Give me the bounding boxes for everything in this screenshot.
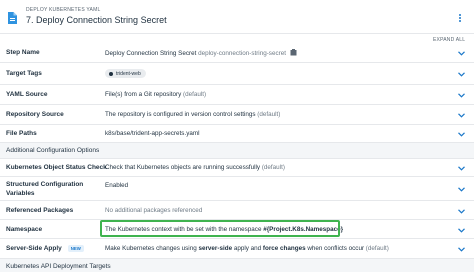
value-bold: force changes: [262, 245, 306, 252]
row-yaml-source[interactable]: YAML Source File(s) from a Git repositor…: [0, 85, 474, 105]
default-note: (default): [183, 91, 207, 98]
row-namespace[interactable]: Namespace The Kubernetes context with be…: [0, 220, 474, 239]
row-value: The repository is configured in version …: [105, 111, 280, 118]
row-value: Check that Kubernetes objects are runnin…: [105, 164, 285, 171]
row-label: Server-Side Apply NEW: [6, 245, 84, 252]
row-label: Namespace: [6, 226, 43, 233]
row-label: Step Name: [6, 49, 40, 56]
row-label: Referenced Packages: [6, 207, 74, 214]
row-repository-source[interactable]: Repository Source The repository is conf…: [0, 105, 474, 125]
value-text: when conflicts occur: [305, 245, 365, 252]
row-structured-configuration[interactable]: Structured Configuration Variables Enabl…: [0, 177, 474, 201]
row-label: Structured Configuration Variables: [6, 180, 83, 198]
chevron-down-icon[interactable]: [458, 51, 465, 56]
step-name-value: Deploy Connection String Secret: [105, 50, 197, 57]
vertical-dots-icon[interactable]: [457, 13, 463, 25]
yaml-source-value: File(s) from a Git repository: [105, 91, 182, 98]
step-title: 7. Deploy Connection String Secret: [26, 15, 167, 25]
chevron-down-icon[interactable]: [458, 72, 465, 77]
step-header: DEPLOY KUBERNETES YAML 7. Deploy Connect…: [0, 0, 474, 34]
structured-config-value: Enabled: [105, 182, 129, 189]
chevron-down-icon[interactable]: [458, 113, 465, 118]
server-side-apply-value: Make Kubernetes changes using server-sid…: [105, 245, 389, 252]
namespace-text: The Kubernetes context with be set with …: [105, 226, 264, 233]
row-label: File Paths: [6, 130, 37, 137]
row-value: File(s) from a Git repository (default): [105, 91, 206, 98]
label-line-1: Structured Configuration: [6, 181, 84, 188]
row-label: Repository Source: [6, 111, 64, 118]
row-step-name[interactable]: Step Name Deploy Connection String Secre…: [0, 43, 474, 63]
chevron-down-icon[interactable]: [458, 93, 465, 98]
row-referenced-packages[interactable]: Referenced Packages No additional packag…: [0, 201, 474, 220]
clipboard-icon[interactable]: [290, 49, 297, 56]
row-target-tags[interactable]: Target Tags trident-web: [0, 63, 474, 85]
section-api-deployment-targets: Kubernetes API Deployment Targets: [0, 259, 474, 272]
new-badge: NEW: [67, 245, 84, 252]
step-type-label: DEPLOY KUBERNETES YAML: [26, 7, 101, 13]
row-label: Target Tags: [6, 70, 42, 77]
chevron-down-icon[interactable]: [458, 209, 465, 214]
row-value: Deploy Connection String Secret deploy-c…: [105, 49, 297, 57]
value-text: Make Kubernetes changes using: [105, 245, 199, 252]
row-status-check[interactable]: Kubernetes Object Status Check Check tha…: [0, 159, 474, 177]
tag-chip: trident-web: [105, 69, 146, 78]
tag-dot-icon: [109, 71, 113, 76]
chevron-down-icon[interactable]: [458, 228, 465, 233]
step-slug: deploy-connection-string-secret: [198, 50, 286, 57]
default-note: (default): [365, 245, 389, 252]
namespace-variable: #{Project.K8s.Namespace}: [263, 226, 344, 233]
namespace-value: The Kubernetes context with be set with …: [105, 226, 343, 233]
chevron-down-icon[interactable]: [458, 166, 465, 171]
row-label: Kubernetes Object Status Check: [6, 164, 107, 171]
kubernetes-yaml-icon: [8, 12, 17, 24]
row-file-paths[interactable]: File Paths k8s/base/trident-app-secrets.…: [0, 125, 474, 143]
section-title: Kubernetes API Deployment Targets: [6, 263, 111, 270]
default-note: (default): [261, 164, 285, 171]
label-line-2: Variables: [6, 190, 35, 197]
section-additional-configuration: Additional Configuration Options: [0, 143, 474, 159]
row-server-side-apply[interactable]: Server-Side Apply NEW Make Kubernetes cha…: [0, 239, 474, 259]
value-text: apply and: [232, 245, 263, 252]
repository-source-value: The repository is configured in version …: [105, 111, 256, 118]
tag-label: trident-web: [116, 70, 141, 77]
section-title: Additional Configuration Options: [6, 147, 100, 154]
referenced-packages-value: No additional packages referenced: [105, 207, 203, 214]
chevron-down-icon[interactable]: [458, 132, 465, 137]
value-bold: server-side: [198, 245, 233, 252]
server-side-apply-label: Server-Side Apply: [6, 245, 62, 253]
chevron-down-icon[interactable]: [458, 187, 465, 192]
status-check-value: Check that Kubernetes objects are runnin…: [105, 164, 261, 171]
row-label: YAML Source: [6, 91, 48, 98]
chevron-down-icon[interactable]: [458, 247, 465, 252]
default-note: (default): [257, 111, 281, 118]
file-paths-value: k8s/base/trident-app-secrets.yaml: [105, 130, 200, 137]
